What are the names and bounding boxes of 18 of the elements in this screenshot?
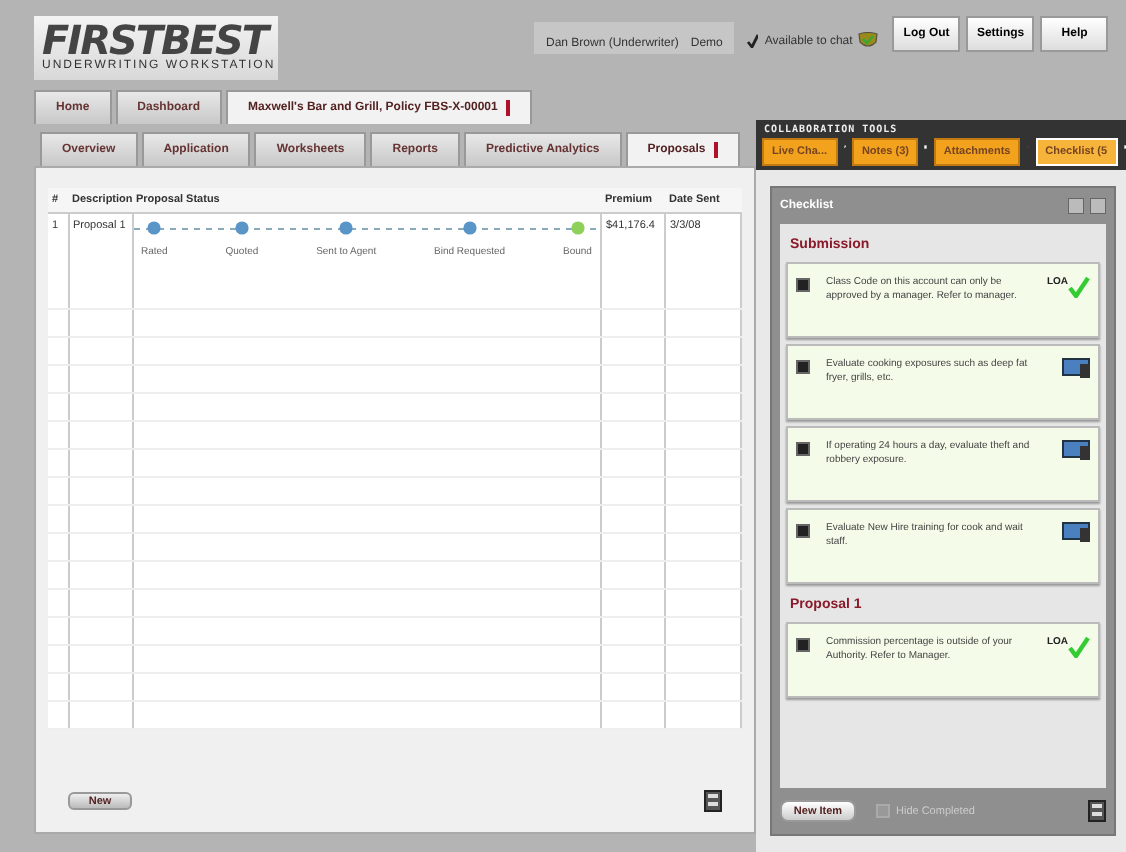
check-icon xyxy=(1068,276,1090,298)
monitor-icon xyxy=(1062,522,1090,542)
checkmark-icon xyxy=(746,34,759,48)
checkbox[interactable] xyxy=(796,442,810,456)
close-icon[interactable] xyxy=(1090,198,1106,214)
document-icon[interactable] xyxy=(704,790,722,812)
chat-checkbox[interactable] xyxy=(746,34,759,48)
checkbox[interactable] xyxy=(876,804,890,818)
shield-check-icon xyxy=(858,32,879,50)
monitor-icon xyxy=(1062,358,1090,378)
checkbox[interactable] xyxy=(796,360,810,374)
checkbox[interactable] xyxy=(796,524,810,538)
help-icon[interactable] xyxy=(1068,198,1084,214)
checkbox[interactable] xyxy=(796,638,810,652)
checkbox[interactable] xyxy=(796,278,810,292)
check-icon xyxy=(1068,636,1090,658)
document-icon[interactable] xyxy=(1088,800,1106,822)
monitor-icon xyxy=(1062,440,1090,460)
